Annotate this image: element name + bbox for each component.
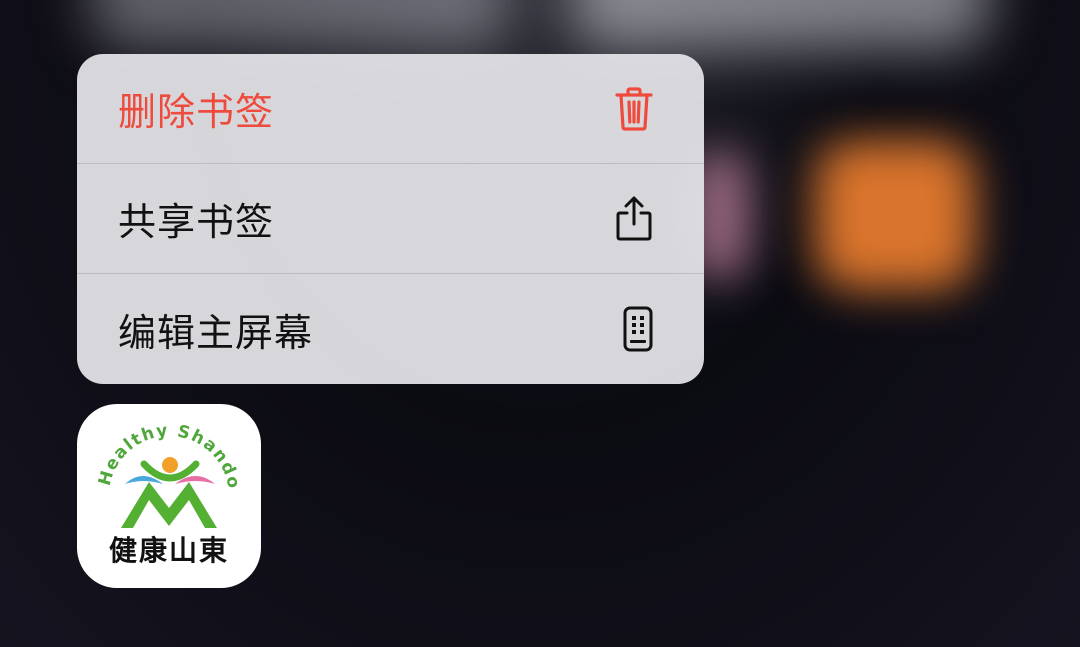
phone-home-screen-icon	[622, 306, 654, 352]
background-app-blur	[815, 140, 975, 290]
delete-bookmark-menu-item[interactable]: 删除书签	[77, 54, 704, 164]
healthy-shandong-app-icon[interactable]: Healthy Shandong 健康山東	[77, 404, 261, 588]
background-blur	[90, 0, 510, 50]
context-menu: 删除书签 共享书签 编辑主屏幕	[77, 54, 704, 384]
share-icon	[614, 195, 654, 243]
menu-item-label: 编辑主屏幕	[118, 310, 314, 355]
menu-item-label: 共享书签	[118, 200, 275, 244]
share-bookmark-menu-item[interactable]: 共享书签	[77, 164, 704, 274]
app-name-text: 健康山東	[108, 534, 229, 567]
background-blur	[570, 0, 990, 50]
edit-home-screen-menu-item[interactable]: 编辑主屏幕	[77, 274, 704, 384]
menu-item-label: 删除书签	[118, 90, 275, 134]
trash-icon	[614, 86, 654, 132]
